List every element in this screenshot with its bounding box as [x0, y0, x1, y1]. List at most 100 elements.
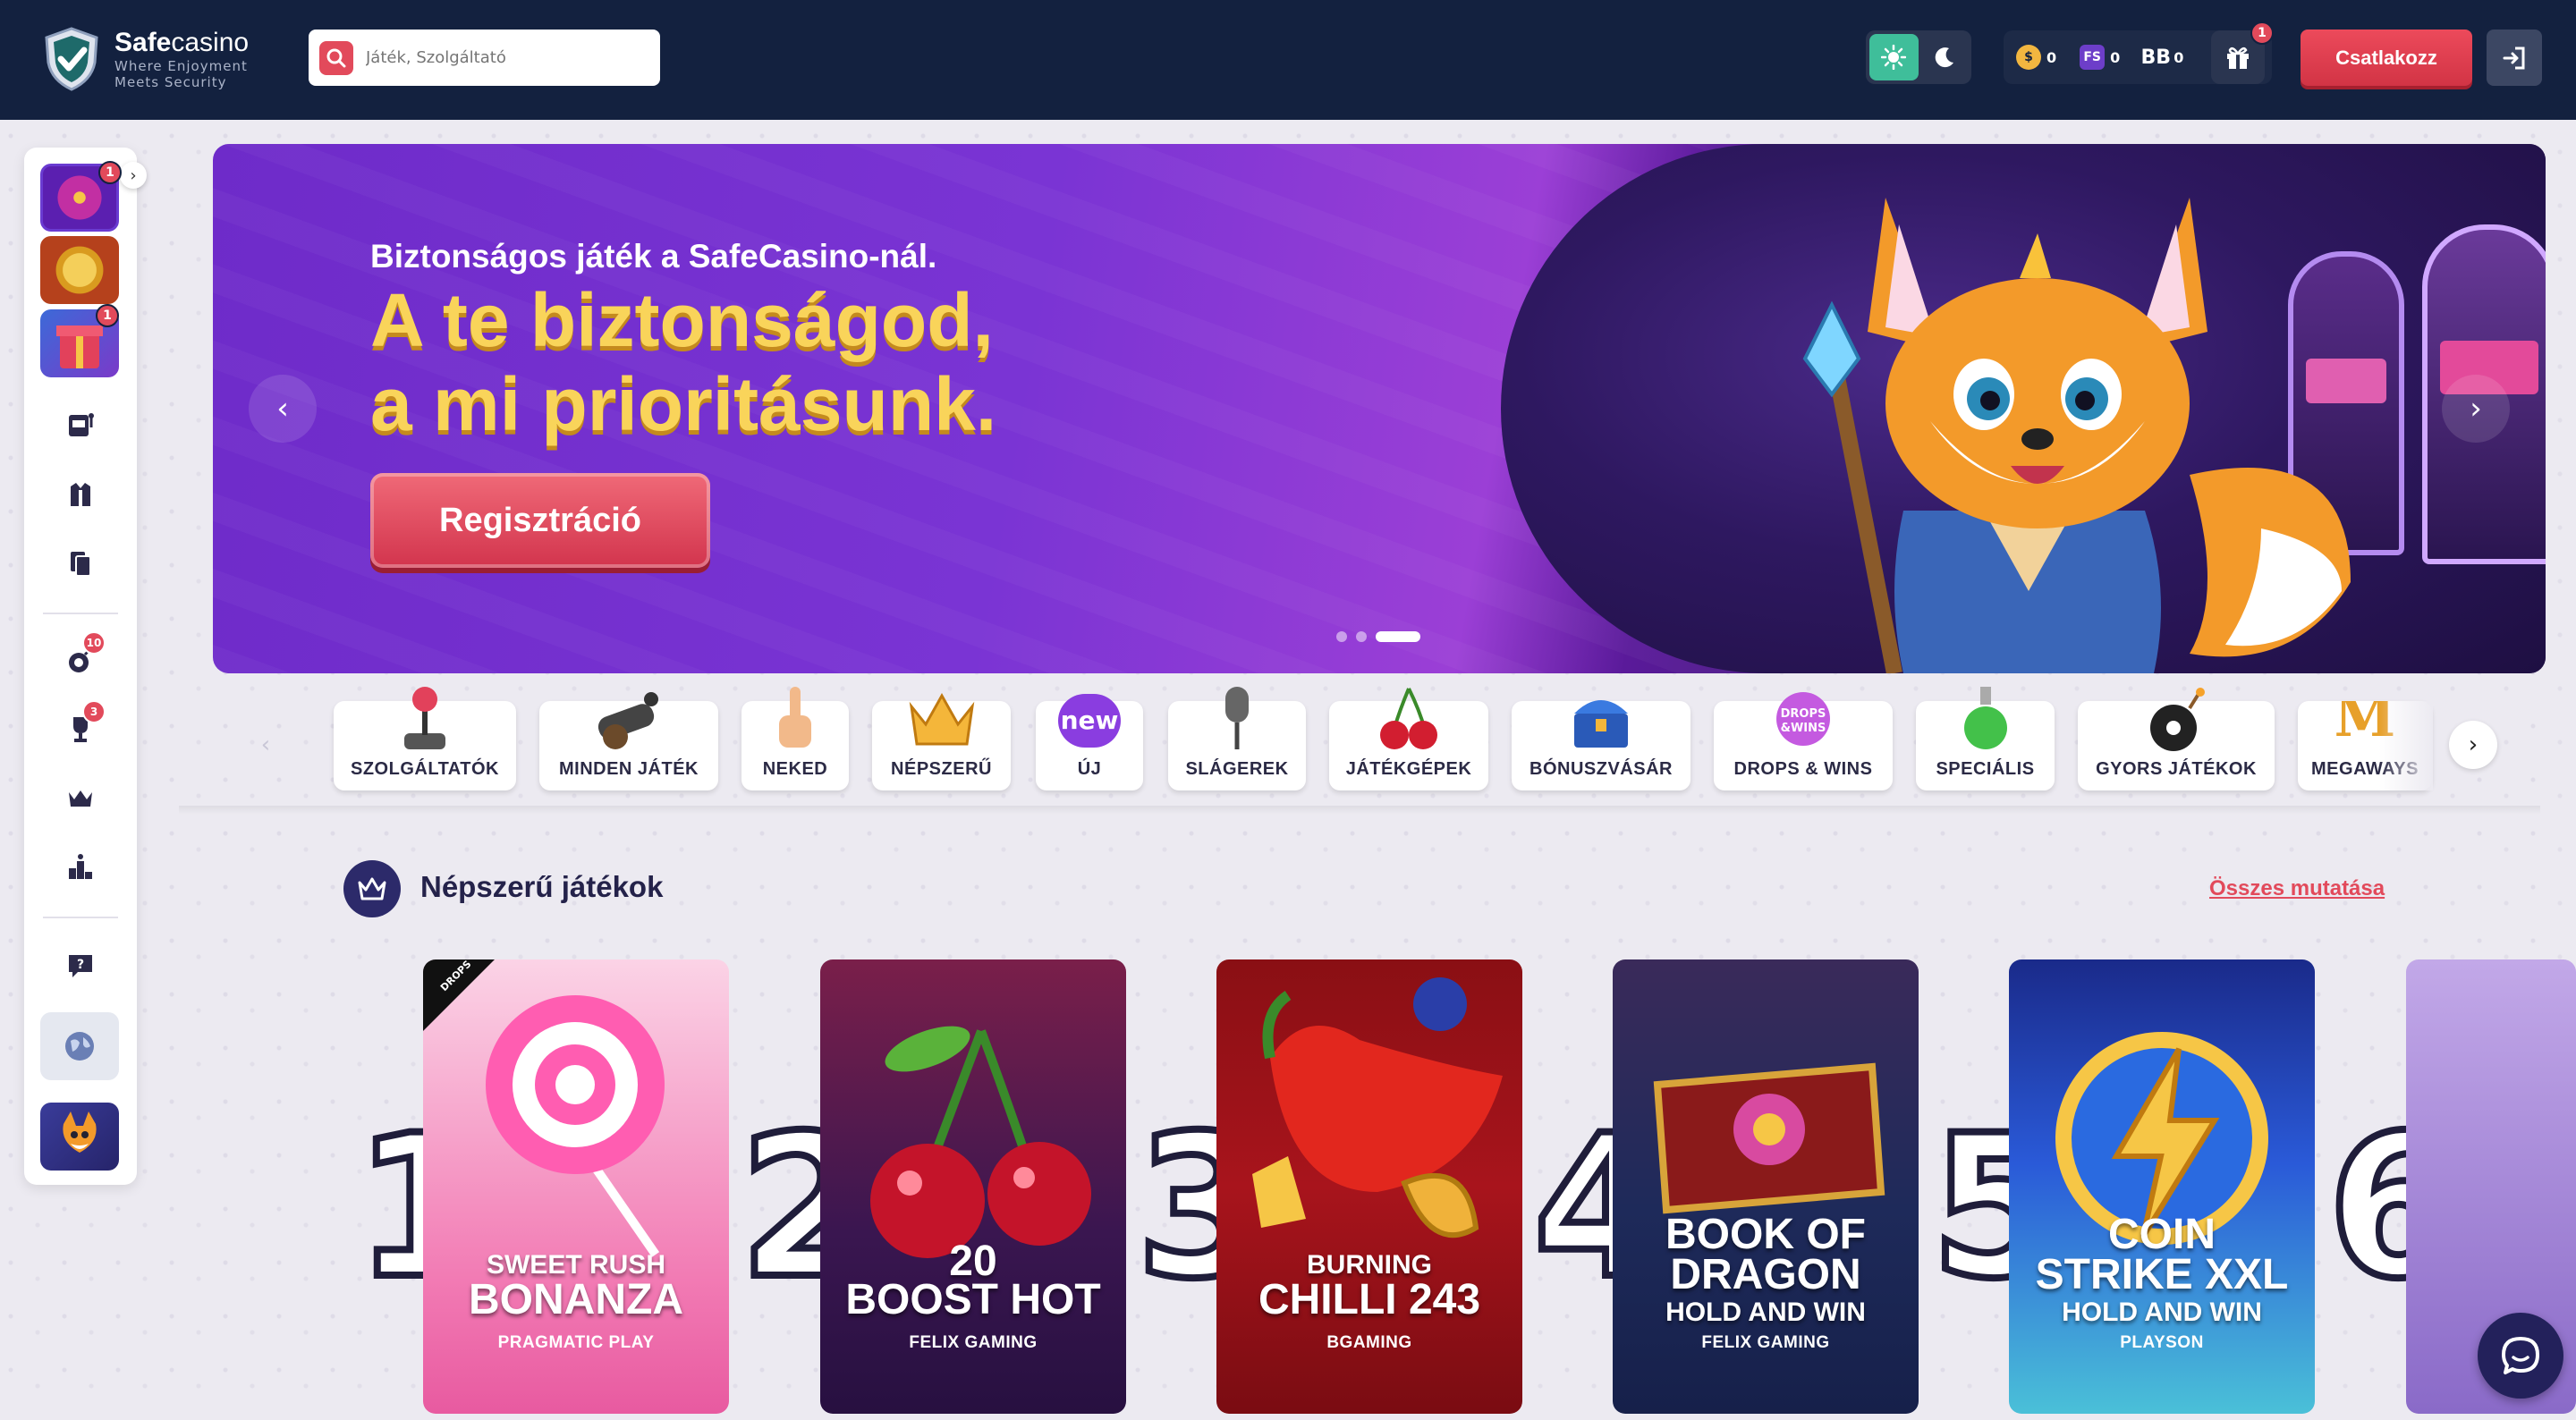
slot-machine-icon[interactable]: [63, 407, 98, 443]
category-drops-wins[interactable]: DROPS &WINS DROPS & WINS: [1714, 692, 1893, 790]
game-provider: PRAGMATIC PLAY: [497, 1333, 655, 1352]
search-icon[interactable]: [319, 40, 353, 75]
category-label: BÓNUSZVÁSÁR: [1530, 759, 1673, 779]
category-label: NÉPSZERŰ: [891, 759, 992, 779]
category-label: SLÁGEREK: [1185, 759, 1289, 779]
search-box[interactable]: [309, 30, 660, 86]
sidebar-tile-wheel[interactable]: 1: [40, 161, 122, 232]
trophy-icon[interactable]: 3: [63, 700, 106, 747]
tagline-2: Meets Security: [114, 74, 227, 90]
drops-wins-icon: DROPS&WINS: [1776, 692, 1830, 746]
language-selector[interactable]: [40, 1012, 119, 1080]
category-hits[interactable]: SLÁGEREK: [1168, 687, 1306, 790]
gift-box-badge: 1: [96, 304, 119, 327]
potion-icon: [1963, 687, 2007, 749]
game-title-line-2: CHILLI 243: [1258, 1276, 1481, 1323]
sidebar-tile-coin-bonus[interactable]: [40, 236, 119, 304]
game-title-line-2: BOOST HOT: [845, 1276, 1101, 1323]
game-provider: BGAMING: [1326, 1333, 1412, 1352]
svg-text:DROPS: DROPS: [1781, 707, 1826, 721]
sidebar-divider: [43, 917, 118, 918]
category-quick-games[interactable]: GYORS JÁTÉKOK: [2078, 688, 2275, 790]
category-providers[interactable]: SZOLGÁLTATÓK: [334, 687, 516, 790]
leaderboard-icon[interactable]: [63, 849, 98, 885]
bonus-balance: BB 0: [2140, 45, 2184, 70]
category-new[interactable]: new ÚJ: [1036, 694, 1143, 790]
chat-bubble-icon: [2502, 1337, 2539, 1374]
bonus-balance-value: 0: [2174, 48, 2184, 66]
hero-banner[interactable]: Biztonságos játék a SafeCasino-nál. A te…: [213, 144, 2546, 673]
category-popular[interactable]: NÉPSZERŰ: [872, 692, 1011, 790]
banner-subtitle: Biztonságos játék a SafeCasino-nál.: [370, 238, 937, 275]
banner-prev-arrow-icon[interactable]: ‹: [249, 375, 317, 443]
fox-mascot-illustration: [1802, 198, 2351, 673]
sun-icon[interactable]: [1869, 34, 1919, 80]
game-provider: PLAYSON: [2120, 1333, 2204, 1352]
moon-icon[interactable]: [1922, 34, 1968, 80]
live-chat-button[interactable]: [2478, 1313, 2563, 1399]
sidebar-tile-gift-box[interactable]: 1: [40, 304, 119, 377]
live-casino-icon[interactable]: [63, 477, 98, 512]
help-chat-icon[interactable]: ?: [63, 948, 98, 984]
tagline-1: Where Enjoyment: [114, 58, 248, 74]
register-button[interactable]: Regisztráció: [370, 473, 710, 568]
join-button[interactable]: Csatlakozz: [2301, 30, 2472, 86]
crown-icon: [909, 692, 974, 746]
sidebar-tile-fox-mascot[interactable]: [40, 1103, 119, 1171]
gift-badge: 1: [2250, 21, 2274, 45]
search-input[interactable]: [366, 48, 634, 67]
category-fade: [2379, 701, 2433, 790]
new-badge-icon: new: [1058, 694, 1121, 748]
coin-balance: $ 0: [2016, 45, 2056, 70]
category-label: GYORS JÁTÉKOK: [2096, 759, 2257, 779]
game-title-line-3: HOLD AND WIN: [2062, 1297, 2262, 1327]
login-button[interactable]: [2487, 30, 2542, 86]
bonus-icon: BB: [2140, 46, 2172, 69]
category-bonus-buy[interactable]: BÓNUSZVÁSÁR: [1512, 700, 1690, 790]
game-card-book-of-dragon[interactable]: BOOK OF DRAGON HOLD AND WIN FELIX GAMING: [1613, 959, 1919, 1414]
coin-balance-value: 0: [2046, 48, 2057, 66]
brand-bold: Safe: [114, 28, 172, 57]
game-title-line-2: STRIKE XXL: [2035, 1251, 2289, 1298]
category-for-you[interactable]: NEKED: [741, 687, 849, 790]
microphone-icon: [1225, 687, 1249, 749]
svg-text:?: ?: [77, 958, 84, 972]
category-label: SPECIÁLIS: [1936, 759, 2035, 779]
banner-title-line-2: a mi prioritásunk.: [370, 362, 997, 446]
wheel-badge: 1: [98, 161, 122, 184]
banner-dot[interactable]: [1356, 631, 1367, 642]
brand-light: casino: [171, 28, 250, 57]
free-spins-balance: FS 0: [2080, 45, 2120, 70]
trophy-badge: 3: [82, 700, 106, 723]
category-label: SZOLGÁLTATÓK: [351, 759, 499, 779]
show-all-link[interactable]: Összes mutatása: [2209, 876, 2385, 901]
category-all-games[interactable]: MINDEN JÁTÉK: [539, 692, 718, 790]
banner-dot[interactable]: [1336, 631, 1347, 642]
crown-icon[interactable]: [63, 781, 98, 816]
theme-toggle[interactable]: [1866, 30, 1971, 84]
bomb-icon[interactable]: 10: [63, 631, 106, 678]
game-card-sweet-rush-bonanza[interactable]: DROPS SWEET RUSH BONANZA PRAGMATIC PLAY: [423, 959, 729, 1414]
sidebar-expand-chevron-icon[interactable]: ›: [120, 162, 147, 189]
login-icon: [2503, 46, 2525, 69]
popular-crown-icon: [343, 860, 401, 917]
categories-next-arrow-icon[interactable]: ›: [2449, 721, 2497, 769]
game-card-20-boost-hot[interactable]: 20 BOOST HOT FELIX GAMING: [820, 959, 1126, 1414]
category-label: JÁTÉKGÉPEK: [1345, 759, 1472, 779]
site-logo[interactable]: Safecasino Where Enjoyment Meets Securit…: [43, 27, 249, 91]
banner-dot-active[interactable]: [1376, 631, 1420, 642]
game-provider: FELIX GAMING: [909, 1333, 1038, 1352]
cards-icon[interactable]: [63, 545, 98, 581]
categories-shadow: [179, 806, 2540, 815]
sidebar-divider: [43, 613, 118, 614]
game-card-coin-strike-xxl[interactable]: COIN STRIKE XXL HOLD AND WIN PLAYSON: [2009, 959, 2315, 1414]
categories-prev-arrow-icon[interactable]: ‹: [242, 721, 290, 769]
category-slots[interactable]: JÁTÉKGÉPEK: [1329, 688, 1488, 790]
game-card-burning-chilli-243[interactable]: BURNING CHILLI 243 BGAMING: [1216, 959, 1522, 1414]
category-special[interactable]: SPECIÁLIS: [1916, 687, 2055, 790]
banner-title-line-1: A te biztonságod,: [370, 278, 994, 362]
gift-button[interactable]: 1: [2211, 21, 2274, 84]
banner-next-arrow-icon[interactable]: ›: [2442, 375, 2510, 443]
category-label: DROPS & WINS: [1733, 759, 1873, 779]
game-title-line-3: HOLD AND WIN: [1665, 1297, 1866, 1327]
